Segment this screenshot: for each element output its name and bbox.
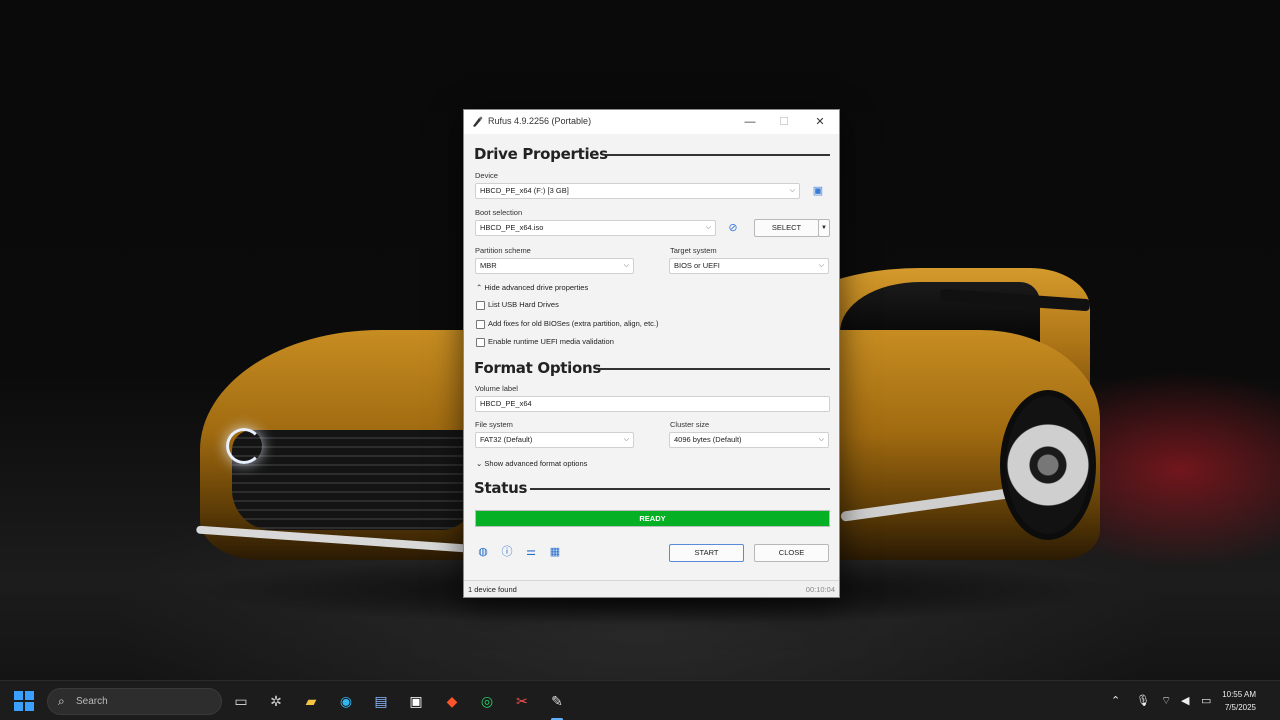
target-system-value: BIOS or UEFI: [674, 261, 720, 270]
search-placeholder: Search: [76, 696, 108, 707]
target-system-select[interactable]: BIOS or UEFI ⌵: [669, 258, 829, 274]
taskbar-clock[interactable]: 10:55 AM 7/5/2025: [1222, 688, 1256, 714]
windows-start-icon[interactable]: [14, 691, 36, 713]
boot-selection-label: Boot selection: [475, 208, 523, 217]
list-usb-hard-drives-checkbox[interactable]: List USB Hard Drives: [476, 300, 559, 312]
progress-text: READY: [639, 514, 666, 523]
close-button[interactable]: CLOSE: [754, 544, 829, 562]
checkbox-box: [476, 319, 485, 329]
device-label: Device: [475, 171, 498, 180]
clock-date: 7/5/2025: [1224, 703, 1256, 712]
chevron-down-icon: ⌵: [623, 436, 629, 443]
battery-icon[interactable]: ▭: [1201, 694, 1211, 707]
task-view-icon[interactable]: ▭: [229, 689, 253, 713]
brave-browser-icon[interactable]: ◆: [440, 689, 464, 713]
format-options-heading: Format Options: [474, 359, 601, 377]
start-button[interactable]: START: [669, 544, 744, 562]
chevron-up-icon: ⌃: [476, 283, 483, 292]
cluster-size-label: Cluster size: [670, 420, 710, 429]
minimize-button[interactable]: —: [735, 112, 765, 132]
volume-label-value: HBCD_PE_x64: [480, 399, 532, 408]
hide-advanced-drive-label: Hide advanced drive properties: [484, 283, 589, 292]
select-button[interactable]: SELECT: [754, 219, 819, 237]
checksum-check-icon[interactable]: ⊘: [725, 220, 741, 236]
section-divider: [606, 154, 830, 156]
car-headlight: [226, 428, 262, 464]
maximize-button[interactable]: ☐: [769, 112, 799, 132]
device-select[interactable]: HBCD_PE_x64 (F:) [3 GB] ⌵: [475, 183, 800, 199]
taskbar: ⌕ Search ▭ ✲ ▰ ◉ ▤ ▣ ◆ ◎ ✂ ✎ ⌃ 🎙 ⌔ ◀ ▭ 1…: [0, 680, 1280, 720]
checkbox-box: [476, 337, 485, 347]
status-progress-bar: READY: [475, 510, 830, 527]
snipping-tool-icon[interactable]: ✂: [510, 689, 534, 713]
rufus-app-icon: [473, 116, 483, 127]
device-value: HBCD_PE_x64 (F:) [3 GB]: [480, 186, 569, 195]
boot-selection-value: HBCD_PE_x64.iso: [480, 223, 544, 232]
notepad-icon[interactable]: ▤: [369, 689, 393, 713]
section-divider: [599, 368, 830, 370]
whatsapp-icon[interactable]: ◎: [475, 689, 499, 713]
chevron-down-icon: ⌄: [476, 459, 483, 468]
checkbox-label: Enable runtime UEFI media validation: [488, 337, 614, 346]
checkbox-label: Add fixes for old BIOSes (extra partitio…: [488, 319, 659, 328]
volume-label-input[interactable]: HBCD_PE_x64: [475, 396, 830, 412]
show-advanced-format-label: Show advanced format options: [484, 459, 588, 468]
partition-scheme-value: MBR: [480, 261, 497, 270]
cluster-size-value: 4096 bytes (Default): [674, 435, 742, 444]
copilot-icon[interactable]: ✲: [264, 689, 288, 713]
edge-browser-icon[interactable]: ◉: [334, 689, 358, 713]
file-system-label: File system: [475, 420, 513, 429]
cluster-size-select[interactable]: 4096 bytes (Default) ⌵: [669, 432, 829, 448]
chevron-down-icon: ⌵: [705, 224, 711, 231]
target-system-label: Target system: [670, 246, 717, 255]
chevron-up-icon[interactable]: ⌃: [1111, 694, 1120, 707]
select-dropdown-arrow-icon[interactable]: ▼: [818, 219, 830, 237]
window-title: Rufus 4.9.2256 (Portable): [488, 116, 592, 126]
rufus-window: Rufus 4.9.2256 (Portable) — ☐ ✕ Drive Pr…: [463, 109, 840, 598]
section-divider: [530, 488, 830, 490]
car-grille: [232, 430, 472, 530]
log-grid-icon[interactable]: ▦: [547, 544, 563, 560]
wifi-icon[interactable]: ⌔: [1161, 694, 1171, 708]
save-drive-image-icon[interactable]: ▣: [810, 183, 826, 199]
car-wheel: [1000, 390, 1096, 540]
volume-icon[interactable]: ◀: [1181, 694, 1189, 707]
clock-time: 10:55 AM: [1222, 690, 1256, 699]
language-globe-icon[interactable]: ◍: [475, 544, 491, 560]
device-count-text: 1 device found: [468, 585, 517, 594]
show-advanced-format-toggle[interactable]: ⌄ Show advanced format options: [476, 459, 587, 468]
checkbox-box: [476, 300, 485, 310]
elapsed-time-text: 00:10:04: [805, 585, 835, 594]
chevron-down-icon: ⌵: [789, 187, 795, 194]
checkbox-label: List USB Hard Drives: [488, 300, 559, 309]
partition-scheme-select[interactable]: MBR ⌵: [475, 258, 634, 274]
store-icon[interactable]: ▣: [404, 689, 428, 713]
partition-scheme-label: Partition scheme: [475, 246, 531, 255]
volume-label-label: Volume label: [475, 384, 518, 393]
title-bar[interactable]: Rufus 4.9.2256 (Portable) — ☐ ✕: [464, 110, 839, 134]
about-info-icon[interactable]: ⓘ: [499, 544, 515, 560]
chevron-down-icon: ⌵: [818, 262, 824, 269]
rufus-taskbar-icon[interactable]: ✎: [545, 689, 569, 713]
file-explorer-icon[interactable]: ▰: [299, 689, 323, 713]
settings-sliders-icon[interactable]: ⚌: [523, 544, 539, 560]
status-heading: Status: [474, 479, 528, 497]
chevron-down-icon: ⌵: [623, 262, 629, 269]
microphone-icon[interactable]: 🎙: [1136, 694, 1150, 707]
status-bar: 1 device found 00:10:04: [464, 580, 839, 597]
uefi-media-validation-checkbox[interactable]: Enable runtime UEFI media validation: [476, 337, 614, 349]
search-icon: ⌕: [58, 694, 65, 708]
chevron-down-icon: ⌵: [818, 436, 824, 443]
add-fixes-old-bioses-checkbox[interactable]: Add fixes for old BIOSes (extra partitio…: [476, 319, 659, 331]
file-system-value: FAT32 (Default): [480, 435, 533, 444]
taskbar-search-box[interactable]: ⌕ Search: [47, 688, 222, 715]
file-system-select[interactable]: FAT32 (Default) ⌵: [475, 432, 634, 448]
drive-properties-heading: Drive Properties: [474, 145, 608, 163]
boot-selection-select[interactable]: HBCD_PE_x64.iso ⌵: [475, 220, 716, 236]
close-window-button[interactable]: ✕: [805, 112, 835, 132]
hide-advanced-drive-toggle[interactable]: ⌃ Hide advanced drive properties: [476, 283, 588, 292]
